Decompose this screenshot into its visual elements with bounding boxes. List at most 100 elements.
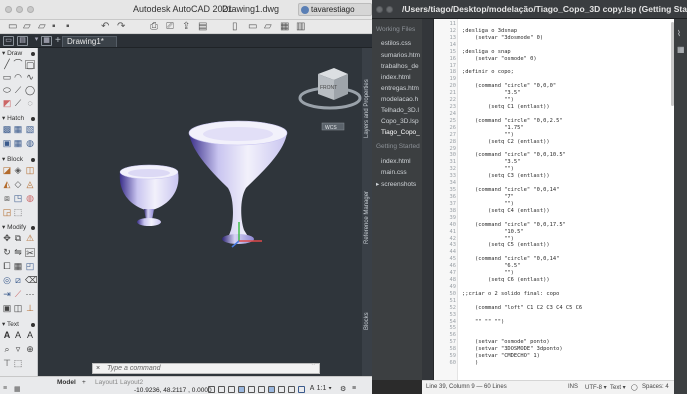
mirror-icon[interactable]: ⇋ [13,248,23,257]
block-editor-icon[interactable]: ◈ [13,166,23,175]
scale-icon[interactable]: ⧠ [2,262,12,271]
tab-layout1[interactable]: Layout1 [95,378,118,387]
redo-icon[interactable]: ↷ [117,21,125,33]
code-line[interactable]: (command "circle" "0,0,14" [462,256,559,262]
rectangle-icon[interactable]: ▭ [2,73,12,82]
transparency-toggle-icon[interactable] [278,386,285,393]
text-edit-icon[interactable]: ⬚ [13,359,23,368]
manage-attributes-icon[interactable]: ◬ [25,180,35,189]
extend-icon[interactable]: ⇥ [2,290,12,299]
undo-icon[interactable]: ↶ [101,21,109,33]
join-icon[interactable]: ⋯ [25,290,35,299]
line-icon[interactable]: ╱ [2,60,12,69]
screenshots-folder[interactable]: ▸ screenshots [376,180,416,188]
layers-properties-panel-label[interactable]: Layers and Properties [364,79,370,138]
array-icon[interactable]: ▦ [13,262,23,271]
language-select[interactable]: Text ▾ [610,384,626,391]
reference-manager-panel-label[interactable]: Reference Manager [364,191,370,244]
tab-model[interactable]: Model [57,378,76,387]
chamfer-icon[interactable]: ◫ [13,304,23,313]
extension-manager-icon[interactable]: ▦ [677,45,685,54]
circle-icon[interactable]: ◯ [25,86,35,95]
code-line[interactable]: (command "circle" "0,0,0" [462,83,556,89]
grid-icon[interactable]: ▥ [296,21,305,33]
working-file-item[interactable]: trabalhos_de [381,63,421,70]
layout-grid-icon[interactable]: ▦ [14,385,21,393]
layers-icon[interactable]: ▤ [198,21,207,33]
linter-status-icon[interactable]: ◯ [631,384,638,391]
code-line[interactable]: (setq C6 (entlast)) [462,277,550,283]
break-icon[interactable]: ⟋ [13,290,23,299]
print-icon[interactable]: ⎙ [150,21,158,33]
offset-icon[interactable]: ◎ [2,276,12,285]
code-line[interactable]: (setvar "osmode" 0) [462,56,537,62]
palette-section-text[interactable]: ▾ Text [2,320,36,329]
explode-icon[interactable]: ⧄ [13,276,23,285]
hatch-icon[interactable]: ▩ [2,125,12,134]
code-line[interactable]: ;desliga o 3dsnap [462,28,517,34]
working-file-item-active[interactable]: Tiago_Copo_ [381,129,421,136]
snap-toggle-icon[interactable] [218,386,225,393]
spline-icon[interactable]: ∿ [25,73,35,82]
move-icon[interactable]: ✥ [2,234,12,243]
add-layout-button[interactable]: + [82,378,86,387]
encoding-select[interactable]: UTF-8 ▾ [585,384,607,391]
command-close-icon[interactable]: × [96,364,100,373]
3d-osnap-toggle-icon[interactable] [298,386,305,393]
code-line[interactable]: (setq C2 (entlast)) [462,139,550,145]
wipeout-icon[interactable]: ◍ [25,139,35,148]
rectangle-active-icon[interactable]: ▢ [25,60,35,70]
edit-attributes-icon[interactable]: ◭ [2,180,12,189]
brackets-minimize-button[interactable] [386,6,393,13]
check-spelling-icon[interactable]: ▿ [13,345,23,354]
save-icon[interactable]: ▪ [52,21,56,33]
viewcube[interactable]: FRONT [298,68,362,110]
working-file-item[interactable]: sumarios.htm [381,52,421,59]
small-goblet-solid[interactable] [119,164,179,226]
osnap-toggle-icon[interactable] [248,386,255,393]
code-line[interactable]: (command "circle" "0,0,14" [462,187,559,193]
code-line[interactable]: "6.5" [462,263,520,269]
user-account-button[interactable]: tavarestiago [298,3,372,16]
code-line[interactable]: "") [462,97,514,103]
palette-section-block[interactable]: ▾ Block [2,155,36,164]
polar-toggle-icon[interactable] [238,386,245,393]
start-tab-icon[interactable]: ▭ [3,36,14,46]
open-folder-icon[interactable]: ▱ [23,21,31,33]
multiline-text-icon[interactable]: A [2,331,12,340]
insert-icon[interactable]: ⧈ [2,194,12,203]
brackets-close-button[interactable] [376,6,383,13]
share-icon[interactable]: ⇪ [182,21,190,33]
selection-cycling-icon[interactable] [288,386,295,393]
working-file-item[interactable]: entregas.htm [381,85,421,92]
polyline-icon[interactable]: ⌒ [13,60,23,69]
stretch-icon[interactable]: ⚠ [25,234,35,243]
code-line[interactable]: "") [462,132,514,138]
command-line[interactable]: × Type a command [92,363,320,374]
add-tab-icon[interactable]: + [55,35,61,47]
properties-icon[interactable]: ▦ [280,21,289,33]
code-line[interactable]: "3.5" [462,90,520,96]
code-line[interactable]: (command "loft" C1 C2 C3 C4 C5 C6 [462,305,582,311]
lengthen-icon[interactable]: ⊥ [25,304,35,313]
customize-icon[interactable]: ≡ [352,385,356,392]
write-block-icon[interactable]: ◳ [13,194,23,203]
single-line-text-icon[interactable]: A [13,331,23,340]
lineweight-toggle-icon[interactable] [268,386,275,393]
folder-icon[interactable]: ▱ [264,21,272,33]
polygon-icon[interactable]: ⟋ [13,99,23,108]
project-file-item[interactable]: main.css [381,169,421,176]
large-glass-bowl[interactable] [189,133,287,238]
save-as-icon[interactable]: ▪ [66,21,70,33]
define-attributes-icon[interactable]: ◫ [25,166,35,175]
code-line[interactable]: ;;criar o 2 solido final: copo [462,291,559,297]
grid-view-icon[interactable]: ▦ [41,36,52,46]
code-line[interactable]: "") [462,236,514,242]
xref-icon[interactable]: ◲ [2,208,12,217]
code-line[interactable]: "10.5" [462,229,523,235]
insert-mode[interactable]: INS [568,384,578,390]
working-file-item[interactable]: index.html [381,74,421,81]
code-line[interactable]: "3.5" [462,159,520,165]
find-text-icon[interactable]: ⌕ [2,345,12,354]
menu-icon[interactable]: ≡ [3,385,7,392]
